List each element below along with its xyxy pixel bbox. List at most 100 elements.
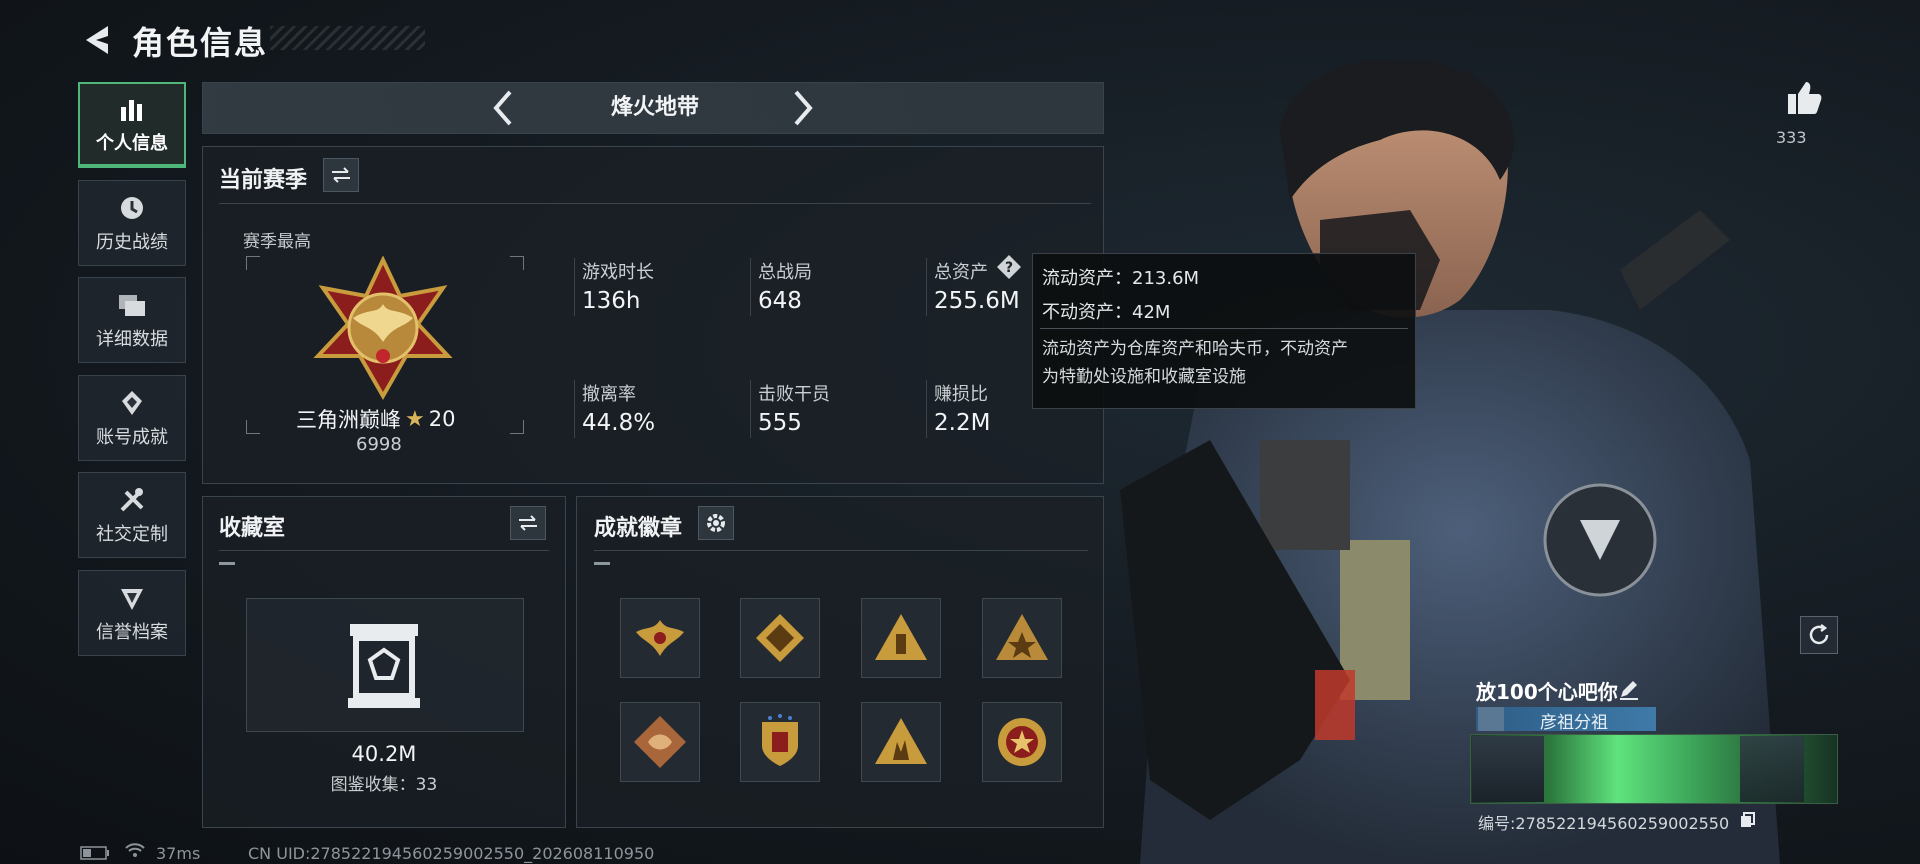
nav-label: 信誉档案 — [96, 622, 168, 643]
collection-title: 收藏室 — [219, 516, 286, 541]
collection-divider — [219, 550, 549, 551]
season-title: 当前赛季 — [219, 168, 308, 193]
like-button[interactable] — [1784, 78, 1824, 118]
stat-separator — [750, 258, 751, 316]
credibility-icon — [116, 582, 148, 614]
dragon-badge-icon — [634, 716, 686, 768]
badges-settings-button[interactable] — [698, 506, 734, 540]
wifi-icon — [125, 843, 145, 857]
frame-corner — [246, 420, 260, 434]
chevron-right-icon[interactable] — [788, 88, 818, 128]
badges-divider — [594, 550, 1088, 551]
back-icon[interactable] — [78, 20, 114, 60]
stat-label: 赚损比 — [934, 384, 988, 405]
badge-slot[interactable] — [982, 598, 1062, 678]
collection-value: 40.2M — [351, 742, 417, 766]
battery-icon — [80, 846, 109, 860]
stat-value: 555 — [758, 410, 802, 436]
gear-icon — [707, 514, 725, 532]
mode-title: 烽火地带 — [610, 95, 699, 120]
badge-slot[interactable] — [982, 702, 1062, 782]
season-swap-button[interactable] — [323, 158, 359, 192]
ping: 37ms — [156, 844, 201, 863]
stat-label: 游戏时长 — [582, 262, 654, 283]
rank-emblem-icon — [313, 256, 453, 401]
stat-value: 255.6M — [934, 288, 1020, 314]
tooltip-description-line2: 为特勤处设施和收藏室设施 — [1042, 367, 1246, 387]
player-name: 放100个心吧你 — [1476, 680, 1618, 704]
rank-name: 三角洲巅峰 — [296, 408, 401, 432]
badge-slot[interactable] — [620, 702, 700, 782]
nav-item-detailed-data[interactable]: 详细数据 — [78, 277, 186, 363]
collection-swap-button[interactable] — [510, 506, 546, 540]
round-star-badge-icon — [998, 718, 1046, 766]
badge-slot[interactable] — [740, 598, 820, 678]
rank-score: 6998 — [356, 434, 402, 455]
badges-title: 成就徽章 — [594, 516, 683, 541]
frame-corner — [510, 420, 524, 434]
refresh-icon — [1809, 624, 1829, 645]
display-case-icon — [348, 624, 420, 708]
nav-item-personal-info[interactable]: 个人信息 — [78, 82, 186, 168]
stat-value: 136h — [582, 288, 641, 314]
season-best-label: 赛季最高 — [243, 232, 311, 252]
triangle-figures-badge-icon — [875, 718, 927, 764]
account-uid: CN UID:278522194560259002550_20260811095… — [248, 844, 655, 863]
badge-slot[interactable] — [620, 598, 700, 678]
winged-eagle-badge-icon — [636, 620, 684, 656]
stat-separator — [926, 380, 927, 438]
nav-label: 个人信息 — [96, 133, 168, 154]
bar-chart-icon — [116, 93, 148, 125]
nav-item-credibility[interactable]: 信誉档案 — [78, 570, 186, 656]
tooltip-divider — [1040, 328, 1408, 329]
section-marker — [594, 562, 610, 565]
stat-value: 44.8% — [582, 410, 656, 436]
player-id: 编号:278522194560259002550 — [1478, 814, 1730, 833]
stat-separator — [926, 258, 927, 316]
badge-slot[interactable] — [740, 702, 820, 782]
achievement-icon — [116, 387, 148, 419]
stat-label: 撤离率 — [582, 384, 636, 405]
swap-icon — [519, 515, 537, 531]
triangle-star-badge-icon — [996, 614, 1048, 660]
help-button[interactable]: ? — [996, 254, 1022, 280]
collection-count: 图鉴收集：33 — [330, 775, 438, 795]
stat-label: 击败干员 — [758, 384, 830, 405]
chevron-left-icon[interactable] — [488, 88, 518, 128]
triangle-tower-badge-icon — [875, 614, 927, 660]
folders-icon — [116, 289, 148, 321]
frame-corner — [246, 256, 260, 270]
stat-label: 总资产 — [934, 262, 988, 283]
clan-avatar — [1478, 707, 1504, 731]
thumbs-up-icon — [1788, 82, 1822, 114]
stat-separator — [574, 258, 575, 316]
nav-label: 账号成就 — [96, 427, 168, 448]
frame-corner — [510, 256, 524, 270]
nav-item-social-custom[interactable]: 社交定制 — [78, 472, 186, 558]
title-decoration — [270, 26, 425, 50]
svg-text:?: ? — [1005, 260, 1013, 276]
shield-stars-badge-icon — [762, 714, 798, 766]
tooltip-description-line1: 流动资产为仓库资产和哈夫币，不动资产 — [1042, 339, 1348, 359]
swap-icon — [332, 167, 350, 183]
question-icon: ? — [997, 255, 1021, 279]
tools-icon — [116, 484, 148, 516]
tooltip-liquid-assets: 流动资产：213.6M — [1042, 268, 1200, 289]
badge-slot[interactable] — [861, 702, 941, 782]
stat-separator — [574, 380, 575, 438]
nav-label: 详细数据 — [96, 329, 168, 350]
season-divider — [219, 203, 1091, 204]
star-icon: ★ — [405, 406, 425, 432]
nav-label: 历史战绩 — [96, 232, 168, 253]
nav-item-achievements[interactable]: 账号成就 — [78, 375, 186, 461]
edit-name-icon[interactable] — [1618, 678, 1640, 700]
badge-slot[interactable] — [861, 598, 941, 678]
page-title: 角色信息 — [132, 24, 269, 62]
rotate-model-button[interactable] — [1800, 616, 1838, 654]
clock-icon — [116, 192, 148, 224]
nav-item-history[interactable]: 历史战绩 — [78, 180, 186, 266]
clan-name: 彦祖分祖 — [1540, 713, 1608, 733]
rank-row: 三角洲巅峰 ★ 20 — [296, 404, 466, 434]
banner-avatar — [1472, 736, 1544, 802]
copy-icon[interactable] — [1740, 812, 1756, 828]
